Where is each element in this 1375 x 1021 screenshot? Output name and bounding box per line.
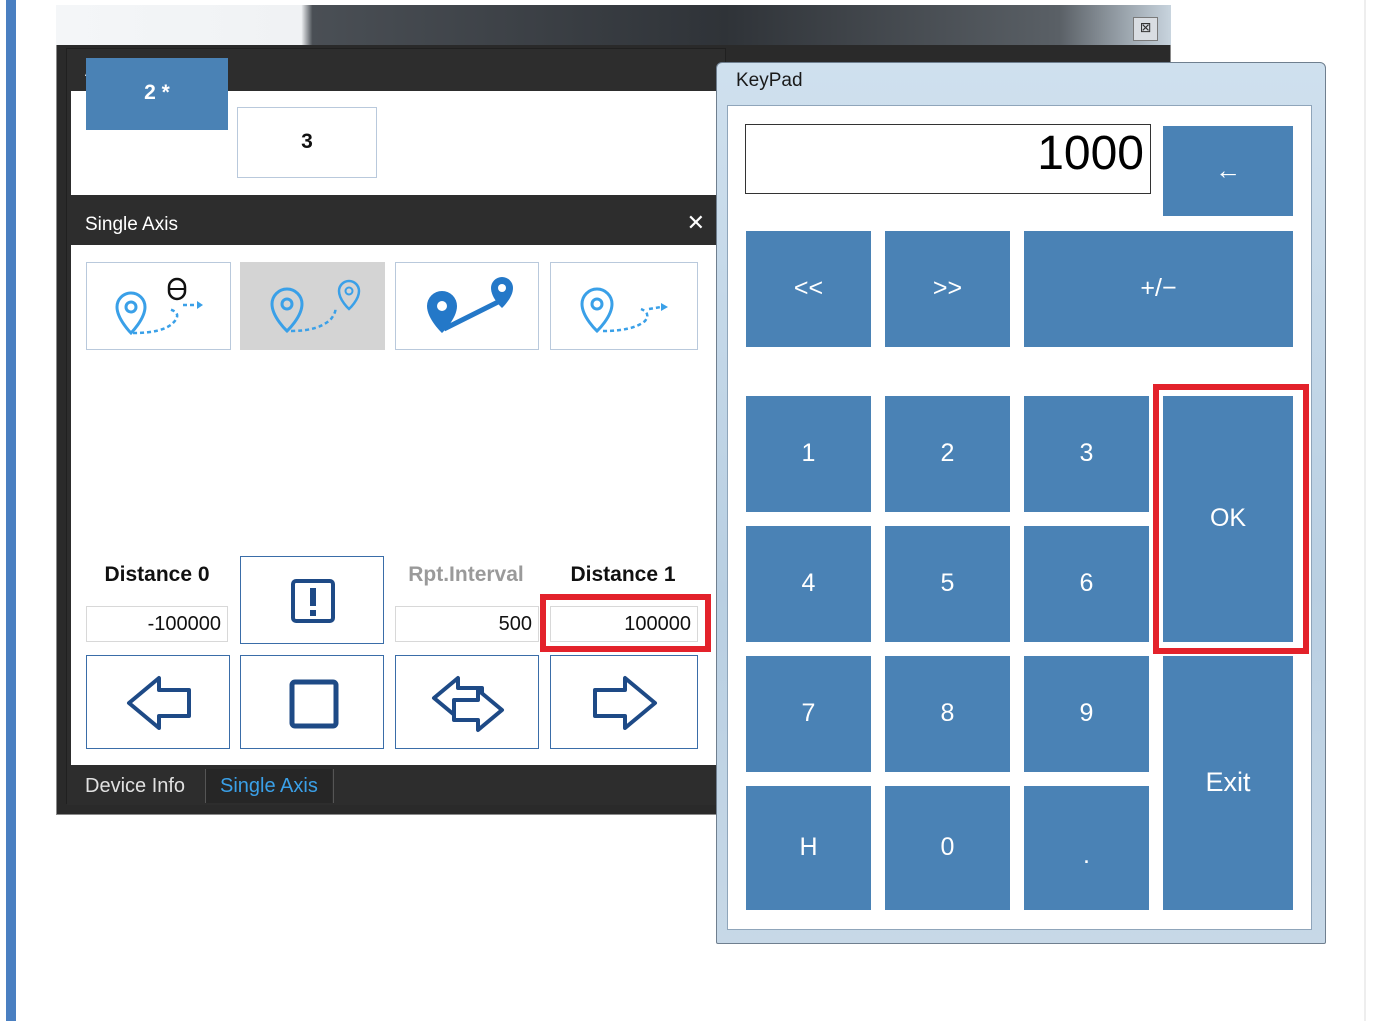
key-8[interactable]: 8 (885, 656, 1010, 772)
key-7[interactable]: 7 (746, 656, 871, 772)
jog-left-button[interactable] (86, 655, 230, 749)
pin-line-pin-icon (427, 277, 513, 333)
single-axis-header: Single Axis ✕ (67, 203, 725, 245)
location-pin-to-pin-icon (270, 279, 361, 334)
keypad-title: KeyPad (736, 70, 803, 91)
alert-exclamation-icon (291, 579, 335, 623)
background-window-titlebar (56, 5, 1171, 45)
distance0-label: Distance 0 (104, 563, 210, 586)
tab-single-axis[interactable]: Single Axis (206, 769, 332, 803)
mode-point-to-point-button[interactable] (240, 262, 385, 350)
location-pin-dashed-arrow-icon (580, 287, 668, 334)
backspace-button[interactable]: ← (1163, 126, 1293, 216)
key-3[interactable]: 3 (1024, 396, 1149, 512)
mode-relative-button[interactable] (550, 262, 698, 350)
arrow-right-icon (593, 676, 657, 730)
key-2[interactable]: 2 (885, 396, 1010, 512)
stop-square-icon (289, 679, 339, 729)
cursor-right-button[interactable]: >> (885, 231, 1010, 347)
close-icon[interactable]: ✕ (687, 211, 705, 236)
axis-2-button[interactable]: 2 * (86, 58, 228, 130)
jog-right-button[interactable] (550, 655, 698, 749)
stop-button[interactable] (240, 655, 384, 749)
key-home[interactable]: H (746, 786, 871, 910)
right-divider (1364, 0, 1366, 1021)
key-5[interactable]: 5 (885, 526, 1010, 642)
left-accent-bar (6, 0, 16, 1021)
background-close-icon[interactable]: ⊠ (1133, 17, 1158, 41)
tab-device-info[interactable]: Device Info (71, 769, 199, 803)
mode-line-button[interactable] (395, 262, 539, 350)
mode-jog-mouse-button[interactable] (86, 262, 231, 350)
repeat-button[interactable] (395, 655, 539, 749)
arrow-both-icon (432, 676, 504, 732)
axis-3-button[interactable]: 3 (237, 107, 377, 178)
key-6[interactable]: 6 (1024, 526, 1149, 642)
arrow-left-icon (127, 676, 191, 730)
sign-toggle-button[interactable]: +/− (1024, 231, 1293, 347)
distance1-label: Distance 1 (570, 563, 676, 586)
single-axis-title: Single Axis (67, 203, 725, 245)
tab-divider (333, 769, 334, 803)
key-4[interactable]: 4 (746, 526, 871, 642)
ok-highlight (1153, 384, 1309, 654)
location-pin-mouse-path-icon (115, 277, 203, 336)
bottom-tab-bar: Device Info Single Axis (67, 765, 727, 805)
key-9[interactable]: 9 (1024, 656, 1149, 772)
key-0[interactable]: 0 (885, 786, 1010, 910)
distance0-field[interactable]: -100000 (86, 606, 228, 642)
cursor-left-button[interactable]: << (746, 231, 871, 347)
alarm-reset-button[interactable] (240, 556, 384, 644)
key-dot[interactable]: . (1024, 786, 1149, 910)
rpt-interval-label: Rpt.Interval (408, 563, 524, 586)
distance1-highlight (540, 594, 711, 652)
key-1[interactable]: 1 (746, 396, 871, 512)
keypad-display[interactable]: 1000 (745, 124, 1151, 194)
rpt-interval-field[interactable]: 500 (395, 606, 539, 642)
exit-button[interactable]: Exit (1163, 656, 1293, 910)
